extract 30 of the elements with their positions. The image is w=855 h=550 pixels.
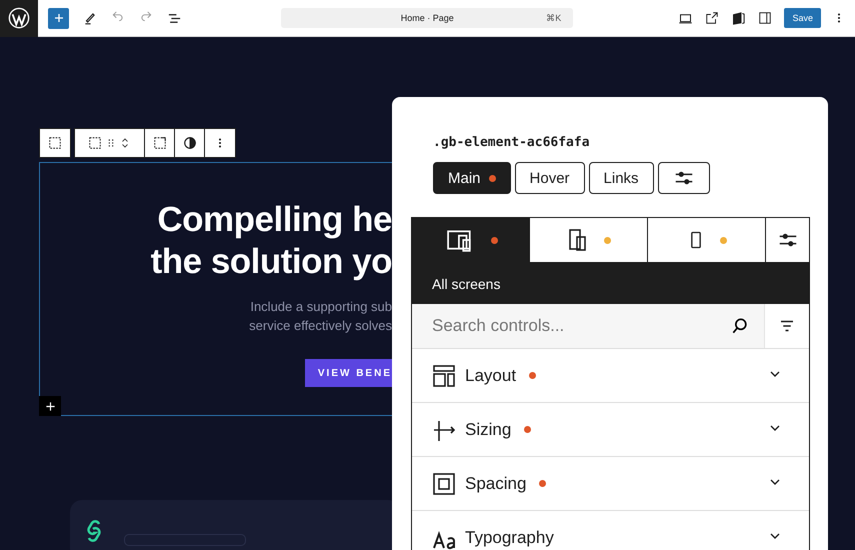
external-link-icon[interactable] xyxy=(705,11,720,25)
device-tab[interactable] xyxy=(529,218,647,262)
dashed-frame-icon xyxy=(152,136,166,150)
add-block-button[interactable] xyxy=(39,396,61,416)
settings-button[interactable] xyxy=(765,218,809,262)
save-button[interactable]: Save xyxy=(784,8,821,28)
state-tab[interactable]: Hover xyxy=(514,162,585,194)
dashed-square-icon xyxy=(88,136,102,150)
wordpress-logo[interactable] xyxy=(0,0,38,36)
half-circle-icon xyxy=(182,136,196,150)
cta-button[interactable]: VIEW BENE xyxy=(304,359,392,387)
hero-block[interactable]: Compelling he the solution yo Include a supporting sub service effectively solves VIEW BENE xyxy=(39,162,392,416)
pencil-icon[interactable] xyxy=(83,11,97,25)
hero-heading: Compelling he the solution yo xyxy=(150,199,392,283)
drag-handle-icon xyxy=(106,137,116,149)
state-tab[interactable]: Links xyxy=(588,162,654,194)
device-label: All screens xyxy=(412,262,809,304)
styles-icon[interactable] xyxy=(731,10,746,26)
plus-icon xyxy=(52,12,64,24)
search-field[interactable]: Search controls... xyxy=(412,304,764,348)
plus-icon xyxy=(44,400,56,412)
state-tab[interactable]: Main xyxy=(433,162,511,194)
command-bar[interactable]: Home · Page ⌘K xyxy=(281,8,574,28)
selector-label: .gb-element-ac66fafa xyxy=(433,135,591,150)
layout-icon xyxy=(432,364,456,388)
hero-subtitle: Include a supporting sub service effectively solves xyxy=(249,298,392,335)
settings-button[interactable] xyxy=(658,162,710,194)
sidebar-icon[interactable] xyxy=(758,11,772,25)
dashed-square-icon xyxy=(48,136,62,150)
spacing-icon xyxy=(432,472,456,496)
